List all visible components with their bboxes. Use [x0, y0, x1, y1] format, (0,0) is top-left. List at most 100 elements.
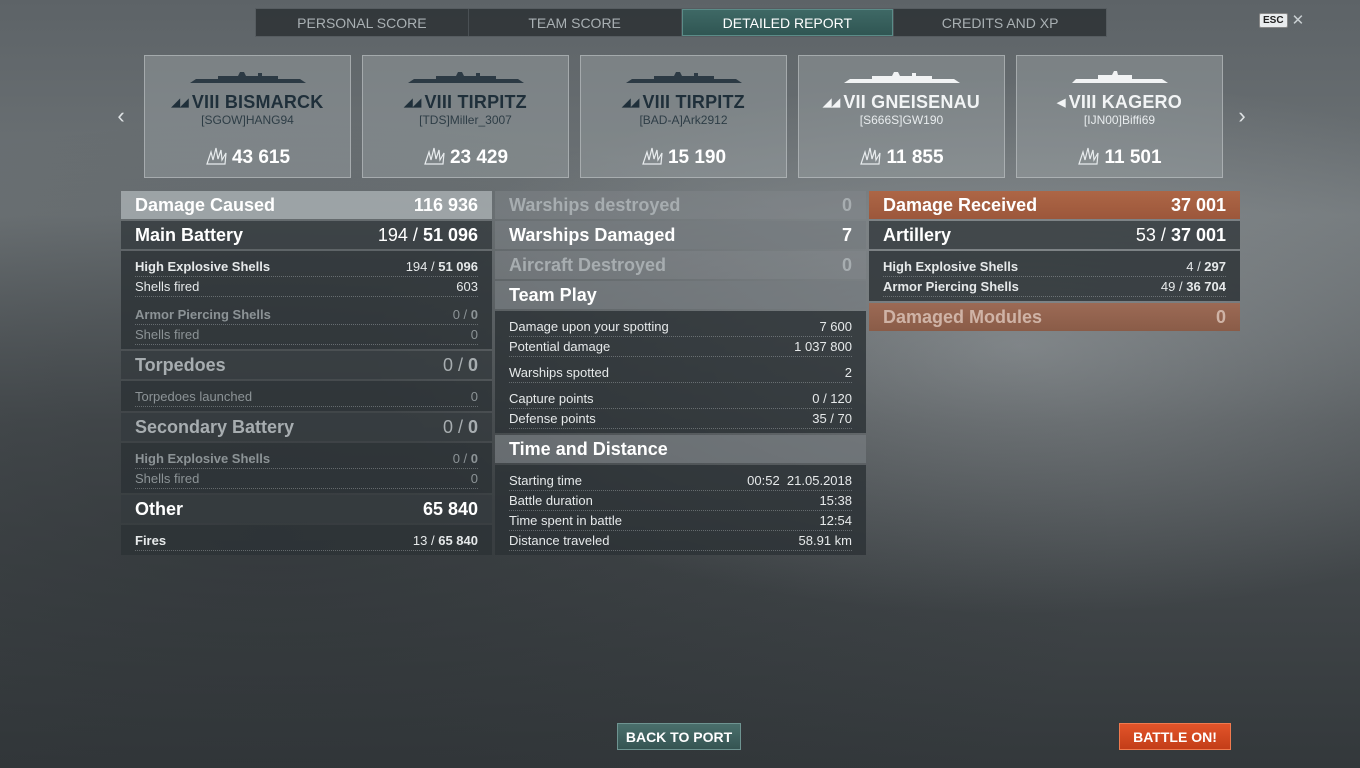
other-value: 65 840 [422, 498, 478, 519]
battleship-icon: ◢◢ [171, 97, 189, 109]
main-battery-value: 194 / 51 096 [377, 224, 478, 245]
warships-damaged-header[interactable]: Warships Damaged 7 [495, 221, 866, 249]
damaged-modules-value: 0 [1215, 306, 1226, 327]
player-name: [S666S]GW190 [859, 113, 944, 127]
shells-fired-row: Shells fired 0 [135, 325, 478, 345]
ship-name: ◢◢ VIII TIRPITZ [404, 92, 527, 112]
time-distance-details: Starting time 00:52 21.05.2018 Battle dur… [495, 465, 866, 555]
damage-caused-value: 116 936 [413, 194, 478, 215]
damage-caused-label: Damage Caused [135, 194, 276, 215]
damage-received-header[interactable]: Damage Received 37 001 [869, 191, 1240, 219]
tab-detailed-report[interactable]: DETAILED REPORT [681, 9, 895, 36]
player-name: [BAD-A]Ark2912 [639, 113, 728, 127]
time-in-battle-row: Time spent in battle 12:54 [509, 511, 852, 531]
artillery-value: 53 / 37 001 [1135, 224, 1226, 245]
battle-stats-column: Warships destroyed 0 Warships Damaged 7 … [495, 191, 866, 557]
esc-close-button[interactable]: ESC ✕ [1259, 13, 1304, 28]
ship-name: ◢◢ VII GNEISENAU [823, 92, 980, 112]
warships-destroyed-value: 0 [841, 194, 852, 215]
ship-damage: 11 855 [799, 146, 1004, 169]
warships-damaged-value: 7 [841, 224, 852, 245]
ship-card[interactable]: ◢◢ VIII TIRPITZ [BAD-A]Ark2912 15 190 [580, 55, 787, 178]
carousel-prev-arrow-icon[interactable]: ‹ [114, 103, 128, 128]
spotting-damage-row: Damage upon your spotting 7 600 [509, 317, 852, 337]
close-icon[interactable]: ✕ [1292, 13, 1305, 28]
artillery-header[interactable]: Artillery 53 / 37 001 [869, 221, 1240, 249]
ship-silhouette-icon [1071, 71, 1168, 83]
other-label: Other [135, 498, 184, 519]
carousel-next-arrow-icon[interactable]: › [1235, 103, 1249, 128]
main-battery-header[interactable]: Main Battery 194 / 51 096 [121, 221, 492, 249]
ship-card[interactable]: ◢◢ VII GNEISENAU [S666S]GW190 11 855 [798, 55, 1005, 178]
artillery-details: High Explosive Shells 4 / 297 Armor Pier… [869, 251, 1240, 301]
report-tabs: PERSONAL SCORE TEAM SCORE DETAILED REPOR… [255, 8, 1107, 37]
secondary-battery-value: 0 / 0 [442, 416, 478, 437]
ship-damage: 23 429 [363, 146, 568, 169]
defense-points-row: Defense points 35 / 70 [509, 409, 852, 429]
damage-received-column: Damage Received 37 001 Artillery 53 / 37… [869, 191, 1240, 333]
damaged-modules-label: Damaged Modules [883, 306, 1043, 327]
ship-silhouette-icon [407, 72, 524, 83]
damage-caused-column: Damage Caused 116 936 Main Battery 194 /… [121, 191, 492, 557]
aircraft-destroyed-label: Aircraft Destroyed [509, 254, 667, 275]
esc-key-label: ESC [1259, 13, 1288, 28]
battleship-icon: ◢◢ [622, 97, 640, 109]
starting-time-row: Starting time 00:52 21.05.2018 [509, 471, 852, 491]
aircraft-destroyed-header[interactable]: Aircraft Destroyed 0 [495, 251, 866, 279]
destroyer-icon: ◀ [1057, 97, 1066, 109]
capture-points-row: Capture points 0 / 120 [509, 389, 852, 409]
ap-shells-row: Armor Piercing Shells 0 / 0 [135, 305, 478, 325]
other-details: Fires 13 / 65 840 [121, 525, 492, 555]
warships-spotted-row: Warships spotted 2 [509, 363, 852, 383]
torpedoes-details: Torpedoes launched 0 [121, 381, 492, 411]
damaged-modules-header[interactable]: Damaged Modules 0 [869, 303, 1240, 331]
ship-damage: 43 615 [145, 146, 350, 169]
battle-on-button[interactable]: BATTLE ON! [1119, 723, 1231, 750]
ship-silhouette-icon [189, 72, 306, 83]
player-name: [IJN00]Biffi69 [1083, 113, 1156, 127]
aircraft-destroyed-value: 0 [841, 254, 852, 275]
back-to-port-button[interactable]: BACK TO PORT [617, 723, 741, 750]
ship-damage: 11 501 [1017, 146, 1222, 169]
secondary-battery-header[interactable]: Secondary Battery 0 / 0 [121, 413, 492, 441]
he-shells-row: High Explosive Shells 4 / 297 [883, 257, 1226, 277]
damage-caused-header[interactable]: Damage Caused 116 936 [121, 191, 492, 219]
team-play-label: Team Play [509, 284, 597, 305]
ship-name: ◢◢ VIII TIRPITZ [622, 92, 745, 112]
time-distance-header: Time and Distance [495, 435, 866, 463]
he-shells-row: High Explosive Shells 0 / 0 [135, 449, 478, 469]
team-play-details: Damage upon your spotting 7 600 Potential… [495, 311, 866, 433]
explosion-icon [1078, 147, 1100, 165]
damage-received-value: 37 001 [1170, 194, 1226, 215]
ship-damage: 15 190 [581, 146, 786, 169]
fires-row: Fires 13 / 65 840 [135, 531, 478, 551]
ship-card[interactable]: ◢◢ VIII TIRPITZ [TDS]Miller_3007 23 429 [362, 55, 569, 178]
main-battery-details: High Explosive Shells 194 / 51 096 Shell… [121, 251, 492, 349]
shells-fired-row: Shells fired 603 [135, 277, 478, 297]
torpedoes-label: Torpedoes [135, 354, 226, 375]
ship-name: ◢◢ VIII BISMARCK [171, 92, 324, 112]
warships-destroyed-label: Warships destroyed [509, 194, 681, 215]
tab-personal-score[interactable]: PERSONAL SCORE [256, 9, 469, 36]
damaged-ships-carousel: ◢◢ VIII BISMARCK [SGOW]HANG94 43 615 ◢◢ VI… [144, 55, 1223, 178]
other-header[interactable]: Other 65 840 [121, 495, 492, 523]
shells-fired-row: Shells fired 0 [135, 469, 478, 489]
secondary-battery-label: Secondary Battery [135, 416, 295, 437]
secondary-battery-details: High Explosive Shells 0 / 0 Shells fired… [121, 443, 492, 493]
damage-received-label: Damage Received [883, 194, 1038, 215]
ap-shells-row: Armor Piercing Shells 49 / 36 704 [883, 277, 1226, 297]
torpedoes-launched-row: Torpedoes launched 0 [135, 387, 478, 407]
ship-card[interactable]: ◢◢ VIII BISMARCK [SGOW]HANG94 43 615 [144, 55, 351, 178]
warships-destroyed-header[interactable]: Warships destroyed 0 [495, 191, 866, 219]
explosion-icon [860, 147, 882, 165]
battleship-icon: ◢◢ [404, 97, 422, 109]
explosion-icon [424, 147, 445, 165]
tab-credits-and-xp[interactable]: CREDITS AND XP [894, 9, 1106, 36]
torpedoes-header[interactable]: Torpedoes 0 / 0 [121, 351, 492, 379]
ship-silhouette-icon [625, 72, 742, 83]
team-play-header: Team Play [495, 281, 866, 309]
ship-card[interactable]: ◀ VIII KAGERO [IJN00]Biffi69 11 501 [1016, 55, 1223, 178]
tab-team-score[interactable]: TEAM SCORE [469, 9, 682, 36]
player-name: [SGOW]HANG94 [201, 113, 294, 127]
explosion-icon [206, 147, 227, 165]
